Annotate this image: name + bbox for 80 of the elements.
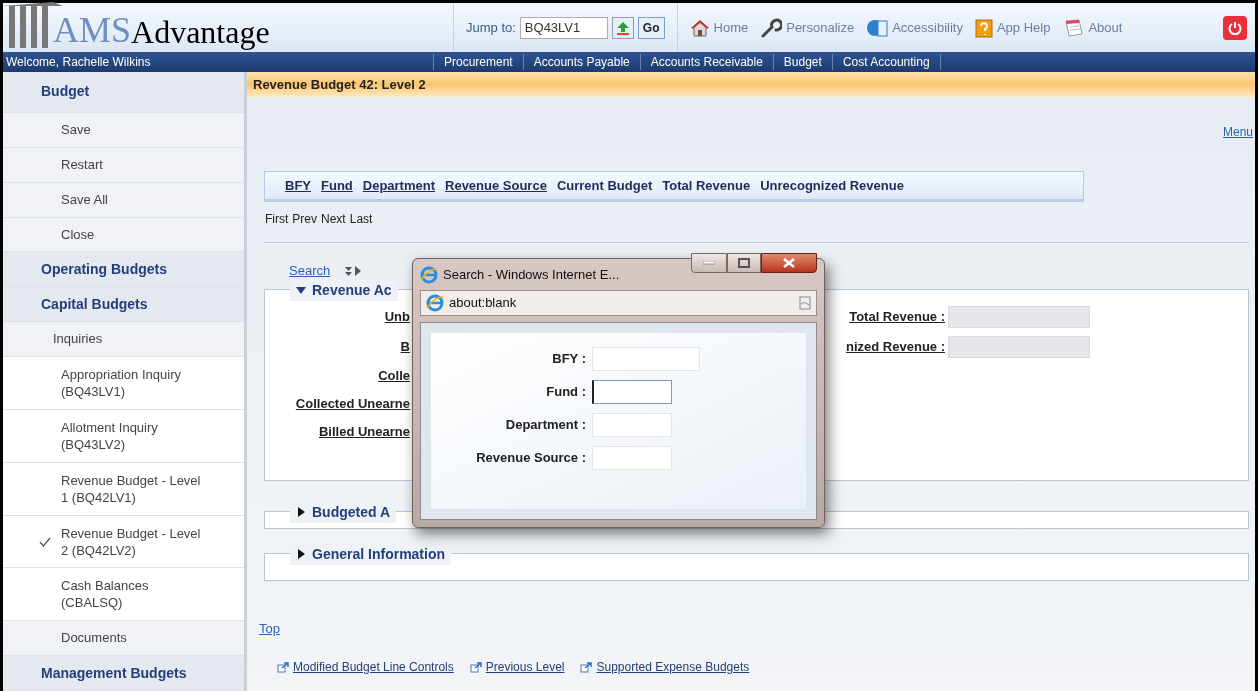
pager-link[interactable]: Next <box>321 210 346 228</box>
column-header[interactable]: Fund <box>321 175 353 196</box>
arrows-icon <box>344 264 363 277</box>
top-link[interactable]: Top <box>259 618 280 638</box>
field-label: Collected Unearne <box>294 394 410 413</box>
sidebar-item[interactable]: Management Budgets <box>3 656 244 691</box>
search-link[interactable]: Search <box>289 261 331 281</box>
upload-button[interactable] <box>611 16 634 39</box>
pager-link[interactable]: Prev <box>292 210 317 228</box>
page-link[interactable]: Modified Budget Line Controls <box>277 658 454 676</box>
header-link[interactable]: About <box>1062 17 1123 38</box>
maximize-icon <box>738 258 750 268</box>
external-link-icon <box>469 661 482 673</box>
field-label: Colle <box>377 366 410 385</box>
sidebar-item[interactable]: Appropriation Inquiry (BQ43LV1) <box>3 357 244 410</box>
sidebar-item[interactable]: Cash Balances (CBALSQ) <box>3 568 244 622</box>
header-link[interactable]: App Help <box>974 17 1051 38</box>
menu-link[interactable]: Menu <box>1222 123 1253 141</box>
nav-tab[interactable]: Procurement <box>433 54 523 70</box>
notepad-icon <box>1062 17 1085 38</box>
column-header: Current Budget <box>556 176 653 195</box>
nav-tab[interactable]: Budget <box>772 54 832 70</box>
column-header: Unrecognized Revenue <box>760 176 904 195</box>
page-link[interactable]: Supported Expense Budgets <box>580 658 750 676</box>
column-header[interactable]: Revenue Source <box>445 175 547 196</box>
logo-text: Advantage <box>131 16 270 48</box>
sidebar-item[interactable]: Capital Budgets <box>3 287 244 323</box>
page-title: Revenue Budget 42: Level 2 <box>247 72 1255 97</box>
nav-tab[interactable]: Accounts Receivable <box>639 54 773 70</box>
power-icon <box>1228 20 1242 35</box>
sidebar-item[interactable]: Operating Budgets <box>3 252 244 288</box>
column-header[interactable]: BFY <box>285 175 311 196</box>
house-icon <box>689 18 710 37</box>
header-link[interactable]: Personalize <box>760 17 855 38</box>
close-icon <box>783 258 795 268</box>
field-label: B <box>399 337 410 356</box>
field-label: Revenue Source : <box>475 449 586 467</box>
minimize-button[interactable] <box>691 253 727 273</box>
power-button[interactable] <box>1223 15 1247 40</box>
window-title: Search - Windows Internet E... <box>443 265 620 284</box>
field-label: BFY : <box>551 350 586 368</box>
external-link-icon <box>580 661 593 673</box>
sidebar-item[interactable]: Revenue Budget - Level 1 (BQ42LV1) <box>3 462 244 516</box>
logo-text: AMS <box>53 12 132 48</box>
field-label: Billed Unearne <box>317 422 410 441</box>
nav-tab[interactable]: Cost Accounting <box>831 54 940 70</box>
jump-label: Jump to: <box>466 18 516 37</box>
pager-link[interactable]: First <box>265 210 289 228</box>
field-label: nized Revenue : <box>845 337 946 356</box>
welcome-text: Welcome, Rachelle Wilkins <box>5 54 152 71</box>
go-button[interactable]: Go <box>637 16 665 39</box>
page-link[interactable]: Previous Level <box>469 658 565 676</box>
section-toggle[interactable]: Revenue Ac <box>290 279 398 301</box>
ie-logo-icon <box>426 294 444 312</box>
accessibility-icon <box>866 17 889 38</box>
page-icon <box>799 296 811 310</box>
minimize-icon <box>703 261 715 265</box>
ie-logo-icon <box>420 265 438 284</box>
sidebar-item[interactable]: Allotment Inquiry (BQ43LV2) <box>3 409 244 463</box>
close-button[interactable] <box>761 253 817 273</box>
address-text: about:blank <box>449 294 517 313</box>
up-arrow-icon <box>615 20 630 35</box>
wrench-icon <box>760 17 783 38</box>
field-label: Fund : <box>545 383 586 401</box>
header-link[interactable]: Home <box>689 17 749 38</box>
column-header: Total Revenue <box>662 176 751 195</box>
pager-link[interactable]: Last <box>349 210 373 228</box>
field-label: Unb <box>383 307 410 326</box>
field-label: Total Revenue : <box>848 307 946 326</box>
jump-field[interactable]: BQ43LV1 <box>519 16 608 39</box>
field-label: Department : <box>504 416 586 434</box>
column-header[interactable]: Department <box>362 175 435 196</box>
header-link[interactable]: Accessibility <box>866 17 963 38</box>
external-link-icon <box>277 661 289 673</box>
nav-tab[interactable]: Accounts Payable <box>522 54 640 70</box>
input-field[interactable] <box>592 380 672 404</box>
sidebar-item[interactable]: Revenue Budget - Level 2 (BQ42LV2) <box>3 515 244 569</box>
help-icon <box>974 17 993 38</box>
sidebar-item[interactable]: Budget <box>3 72 244 113</box>
maximize-button[interactable] <box>727 253 761 273</box>
